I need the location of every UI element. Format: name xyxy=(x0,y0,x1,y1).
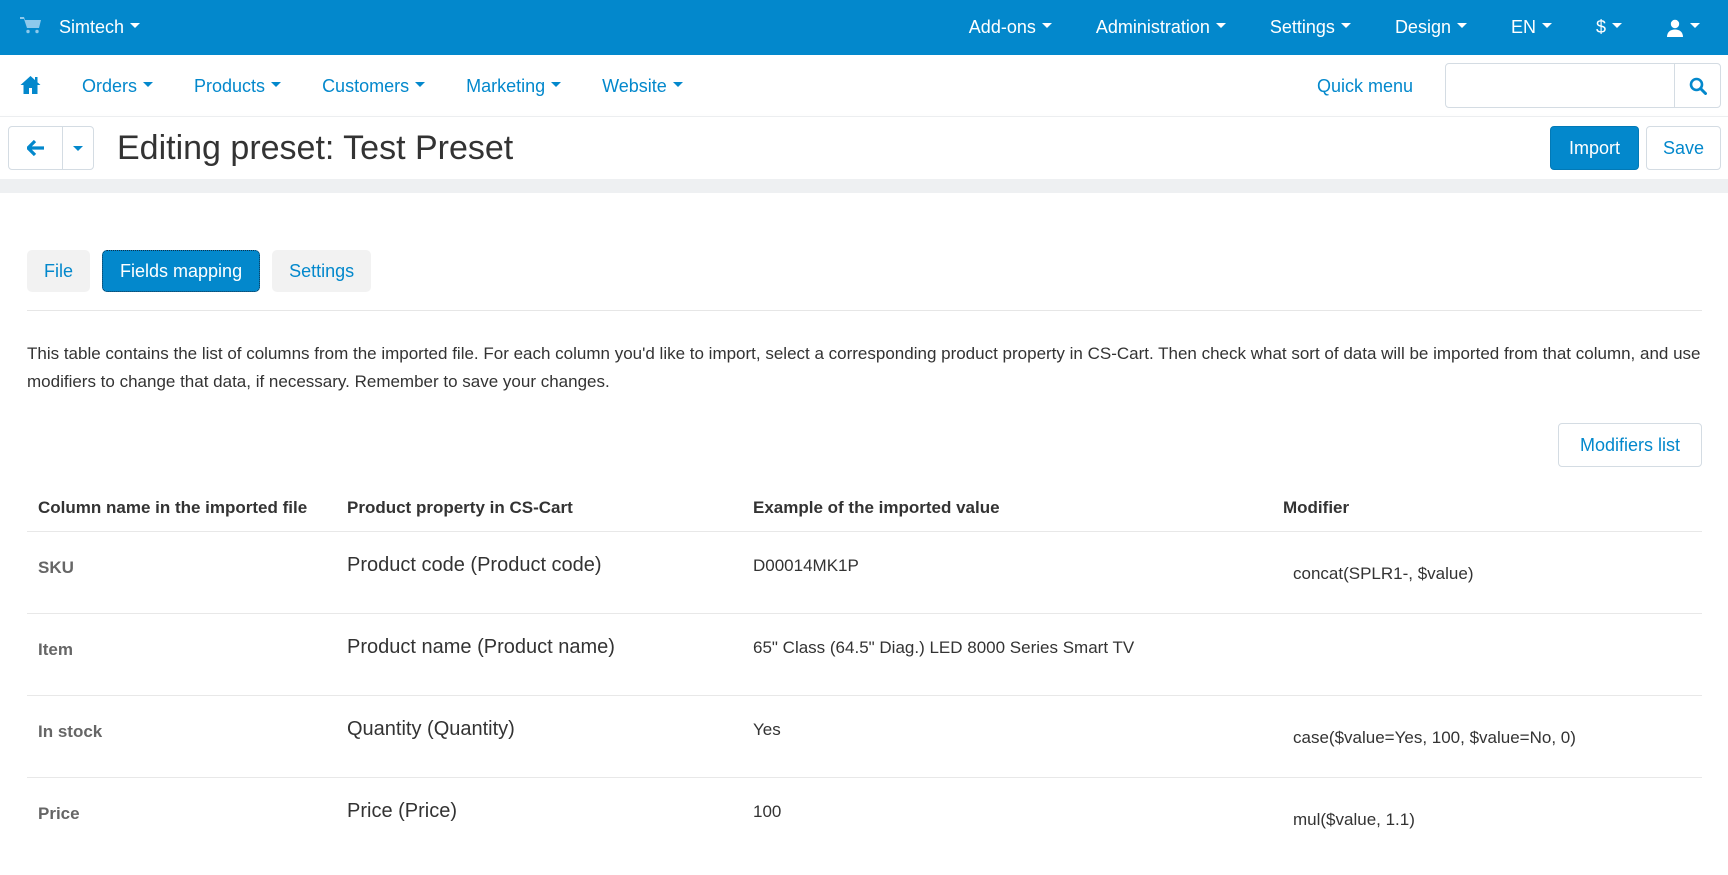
chevron-down-icon xyxy=(1612,23,1622,28)
search-box xyxy=(1445,63,1721,108)
store-name: Simtech xyxy=(59,17,125,37)
modifier-input[interactable] xyxy=(1283,614,1702,695)
topnav-addons[interactable]: Add-ons xyxy=(969,17,1052,38)
top-nav: Add-ons Administration Settings Design E… xyxy=(969,0,1700,55)
back-button-group xyxy=(8,126,94,170)
top-bar: Simtech Add-ons Administration Settings … xyxy=(0,0,1728,55)
search-icon xyxy=(1689,77,1707,95)
preset-tabs: File Fields mapping Settings xyxy=(27,250,383,292)
example-value-cell: Yes xyxy=(753,720,781,739)
chevron-down-icon xyxy=(73,145,83,151)
arrow-left-icon xyxy=(26,140,44,156)
nav-customers[interactable]: Customers xyxy=(322,75,426,97)
chevron-down-icon xyxy=(1340,23,1351,28)
product-property-select[interactable]: Price (Price) xyxy=(347,778,753,860)
search-input[interactable] xyxy=(1446,64,1674,107)
user-icon xyxy=(1667,19,1683,37)
product-property-select[interactable]: Quantity (Quantity) xyxy=(347,696,753,777)
page-title: Editing preset: Test Preset xyxy=(117,129,514,167)
product-property-select[interactable]: Product name (Product name) xyxy=(347,614,753,695)
import-button[interactable]: Import xyxy=(1550,126,1639,170)
header-column-name: Column name in the imported file xyxy=(38,497,308,517)
fields-mapping-table: Column name in the imported file Product… xyxy=(27,484,1702,860)
column-name-cell: SKU xyxy=(38,558,74,577)
nav-marketing[interactable]: Marketing xyxy=(466,75,562,97)
example-value-cell: 65" Class (64.5" Diag.) LED 8000 Series … xyxy=(753,638,1135,657)
chevron-down-icon xyxy=(1215,23,1226,28)
product-property-select[interactable]: Product code (Product code) xyxy=(347,532,753,613)
topnav-currency[interactable]: $ xyxy=(1596,17,1622,38)
main-nav-links: Orders Products Customers Marketing Webs… xyxy=(82,55,724,117)
column-name-cell: Price xyxy=(38,804,80,823)
example-value-cell: D00014MK1P xyxy=(753,556,859,575)
table-row: In stock Quantity (Quantity) Yes case($v… xyxy=(27,696,1702,778)
search-button[interactable] xyxy=(1674,64,1720,107)
tab-file[interactable]: File xyxy=(27,250,91,292)
quick-menu-link[interactable]: Quick menu xyxy=(1317,76,1413,97)
table-row: Item Product name (Product name) 65" Cla… xyxy=(27,614,1702,696)
modifier-input[interactable]: mul($value, 1.1) xyxy=(1283,778,1702,860)
topnav-label: Administration xyxy=(1095,17,1210,37)
table-header: Column name in the imported file Product… xyxy=(27,484,1702,532)
nav-products[interactable]: Products xyxy=(194,75,282,97)
tab-settings[interactable]: Settings xyxy=(272,250,372,292)
topnav-label: Add-ons xyxy=(968,17,1036,37)
back-dropdown-toggle[interactable] xyxy=(63,127,93,169)
cart-icon xyxy=(20,16,41,33)
topnav-label: Settings xyxy=(1269,17,1335,37)
nav-label: Website xyxy=(602,75,667,96)
header-modifier: Modifier xyxy=(1283,497,1350,517)
store-switcher[interactable]: Simtech xyxy=(20,0,141,55)
nav-label: Orders xyxy=(82,75,138,96)
tab-fields-mapping[interactable]: Fields mapping xyxy=(102,250,261,292)
home-icon[interactable] xyxy=(20,75,41,95)
header-product-property: Product property in CS-Cart xyxy=(347,497,573,517)
modifier-input[interactable]: case($value=Yes, 100, $value=No, 0) xyxy=(1283,696,1702,777)
chevron-down-icon xyxy=(415,82,426,88)
chevron-down-icon xyxy=(1456,23,1467,28)
nav-label: Marketing xyxy=(466,75,546,96)
chevron-down-icon xyxy=(1541,23,1552,28)
chevron-down-icon xyxy=(130,23,141,28)
chevron-down-icon xyxy=(672,82,683,88)
nav-label: Products xyxy=(194,75,266,96)
fields-mapping-description: This table contains the list of columns … xyxy=(27,344,1701,391)
nav-website[interactable]: Website xyxy=(602,76,683,97)
topnav-label: EN xyxy=(1510,17,1536,37)
topnav-design[interactable]: Design xyxy=(1395,17,1467,38)
topnav-label: $ xyxy=(1595,17,1606,37)
topnav-user-menu[interactable] xyxy=(1666,19,1700,37)
chevron-down-icon xyxy=(143,82,154,88)
chevron-down-icon xyxy=(1690,23,1700,28)
nav-orders[interactable]: Orders xyxy=(82,75,154,97)
modifiers-list-button[interactable]: Modifiers list xyxy=(1558,423,1702,467)
chevron-down-icon xyxy=(271,82,282,88)
back-button[interactable] xyxy=(9,127,63,169)
topnav-language[interactable]: EN xyxy=(1511,17,1552,38)
chevron-down-icon xyxy=(1041,23,1052,28)
tabs-divider xyxy=(27,310,1702,311)
header-example-value: Example of the imported value xyxy=(753,497,1000,517)
column-name-cell: In stock xyxy=(38,722,103,741)
topnav-label: Design xyxy=(1394,17,1451,37)
example-value-cell: 100 xyxy=(753,802,782,821)
table-row: SKU Product code (Product code) D00014MK… xyxy=(27,532,1702,614)
toolbar-divider xyxy=(0,179,1728,193)
table-row: Price Price (Price) 100 mul($value, 1.1) xyxy=(27,778,1702,860)
save-button[interactable]: Save xyxy=(1646,126,1721,170)
modifier-input[interactable]: concat(SPLR1-, $value) xyxy=(1283,532,1702,613)
column-name-cell: Item xyxy=(38,640,73,659)
topnav-settings[interactable]: Settings xyxy=(1270,17,1351,38)
nav-label: Customers xyxy=(322,75,410,96)
chevron-down-icon xyxy=(551,82,562,88)
topnav-administration[interactable]: Administration xyxy=(1096,17,1226,38)
